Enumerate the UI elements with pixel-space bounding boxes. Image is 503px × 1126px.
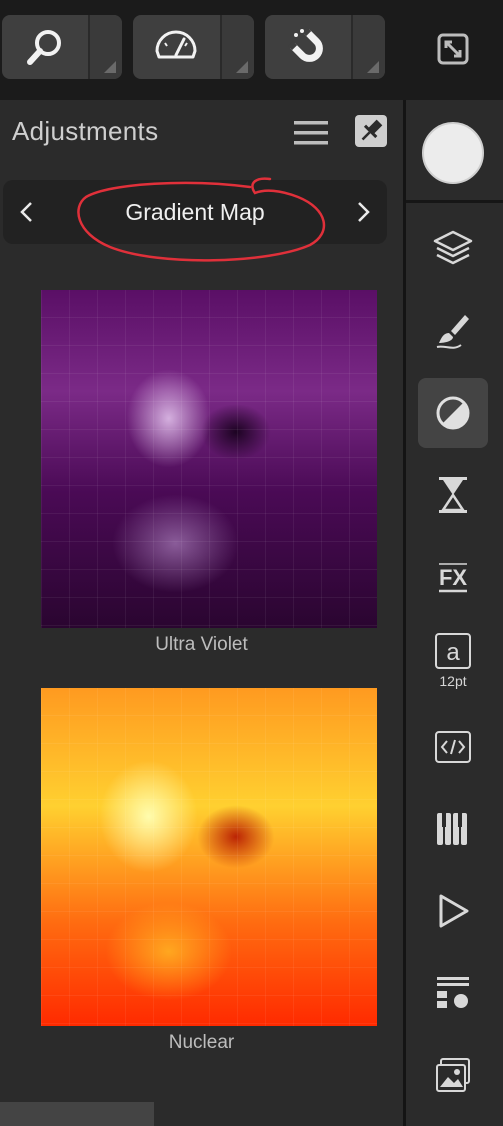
expand-icon [437, 33, 469, 70]
view-speedometer-icon [133, 15, 219, 79]
zoom-tool-button[interactable] [2, 15, 122, 79]
panel-title: Adjustments [12, 116, 159, 146]
code-icon[interactable] [418, 712, 488, 782]
adjustment-navigator: Gradient Map [3, 180, 387, 244]
thumbnail-texture [41, 688, 377, 1026]
color-well[interactable] [422, 122, 484, 184]
svg-text:a: a [446, 639, 460, 666]
play-icon[interactable] [418, 876, 488, 946]
adjustment-name: Gradient Map [125, 199, 265, 225]
zoom-tool-dropdown[interactable] [88, 15, 122, 79]
hamburger-menu-icon[interactable] [294, 120, 328, 146]
scroll-indicator[interactable] [0, 1102, 154, 1126]
thumbnail-texture [41, 290, 377, 628]
snapping-tool-dropdown[interactable] [351, 15, 385, 79]
svg-text:FX: FX [439, 565, 467, 590]
character-size-label: 12pt [439, 673, 467, 689]
history-icon[interactable] [418, 460, 488, 530]
adjustments-panel: Adjustments Gradient Map Ultra Violet Nu… [0, 100, 403, 1126]
expand-button[interactable] [428, 26, 478, 76]
view-tool-dropdown[interactable] [220, 15, 254, 79]
zoom-icon [2, 15, 88, 79]
swatches-icon[interactable] [418, 794, 488, 864]
preset-thumbnail-ultra-violet[interactable] [41, 290, 377, 628]
snapping-magnet-icon [265, 15, 351, 79]
preset-thumbnail-nuclear[interactable] [41, 688, 377, 1026]
snapping-tool-button[interactable] [265, 15, 385, 79]
effects-fx-icon[interactable]: FX [418, 543, 488, 613]
pin-icon[interactable] [354, 114, 388, 148]
panel-header: Adjustments [0, 100, 403, 164]
adjustments-icon[interactable] [418, 378, 488, 448]
view-tool-button[interactable] [133, 15, 254, 79]
character-icon[interactable]: a 12pt [418, 625, 488, 695]
properties-icon[interactable] [418, 958, 488, 1028]
layers-icon[interactable] [418, 213, 488, 283]
chevron-right-icon[interactable] [351, 198, 375, 226]
brushes-icon[interactable] [418, 296, 488, 366]
top-toolbar [0, 0, 503, 100]
stock-images-icon[interactable] [418, 1040, 488, 1110]
studio-sidebar: FX a 12pt [406, 100, 503, 1126]
preset-label[interactable]: Ultra Violet [0, 634, 403, 656]
preset-label[interactable]: Nuclear [0, 1032, 403, 1054]
studio-separator [406, 200, 503, 203]
